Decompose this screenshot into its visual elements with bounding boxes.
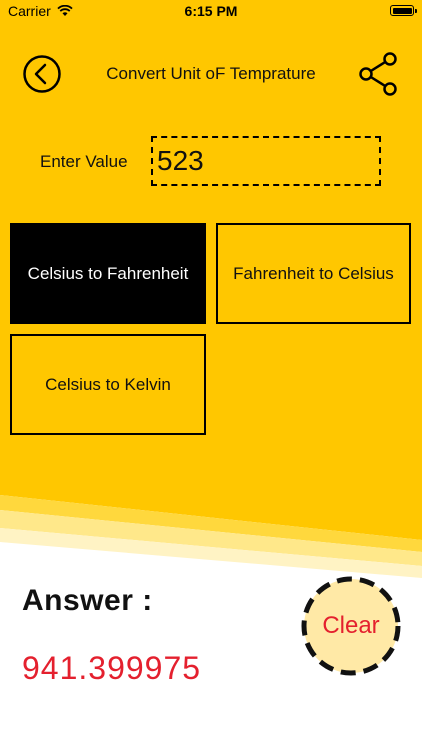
answer-value: 941.399975 — [22, 650, 202, 686]
status-bar: Carrier 6:15 PM — [0, 0, 422, 24]
answer-label: Answer : — [22, 584, 153, 617]
celsius-to-fahrenheit-button[interactable]: Celsius to Fahrenheit — [10, 223, 206, 324]
page-title: Convert Unit oF Temprature — [106, 64, 316, 83]
fahrenheit-to-celsius-button[interactable]: Fahrenheit to Celsius — [216, 223, 411, 324]
enter-value-label: Enter Value — [40, 152, 128, 171]
share-icon[interactable] — [356, 51, 402, 97]
celsius-to-kelvin-button[interactable]: Celsius to Kelvin — [10, 334, 206, 435]
clear-label: Clear — [322, 612, 380, 639]
status-time: 6:15 PM — [184, 3, 238, 19]
battery-icon — [390, 5, 417, 16]
clear-button[interactable]: Clear — [300, 575, 402, 677]
value-input[interactable] — [151, 136, 381, 186]
back-button[interactable] — [22, 54, 62, 94]
